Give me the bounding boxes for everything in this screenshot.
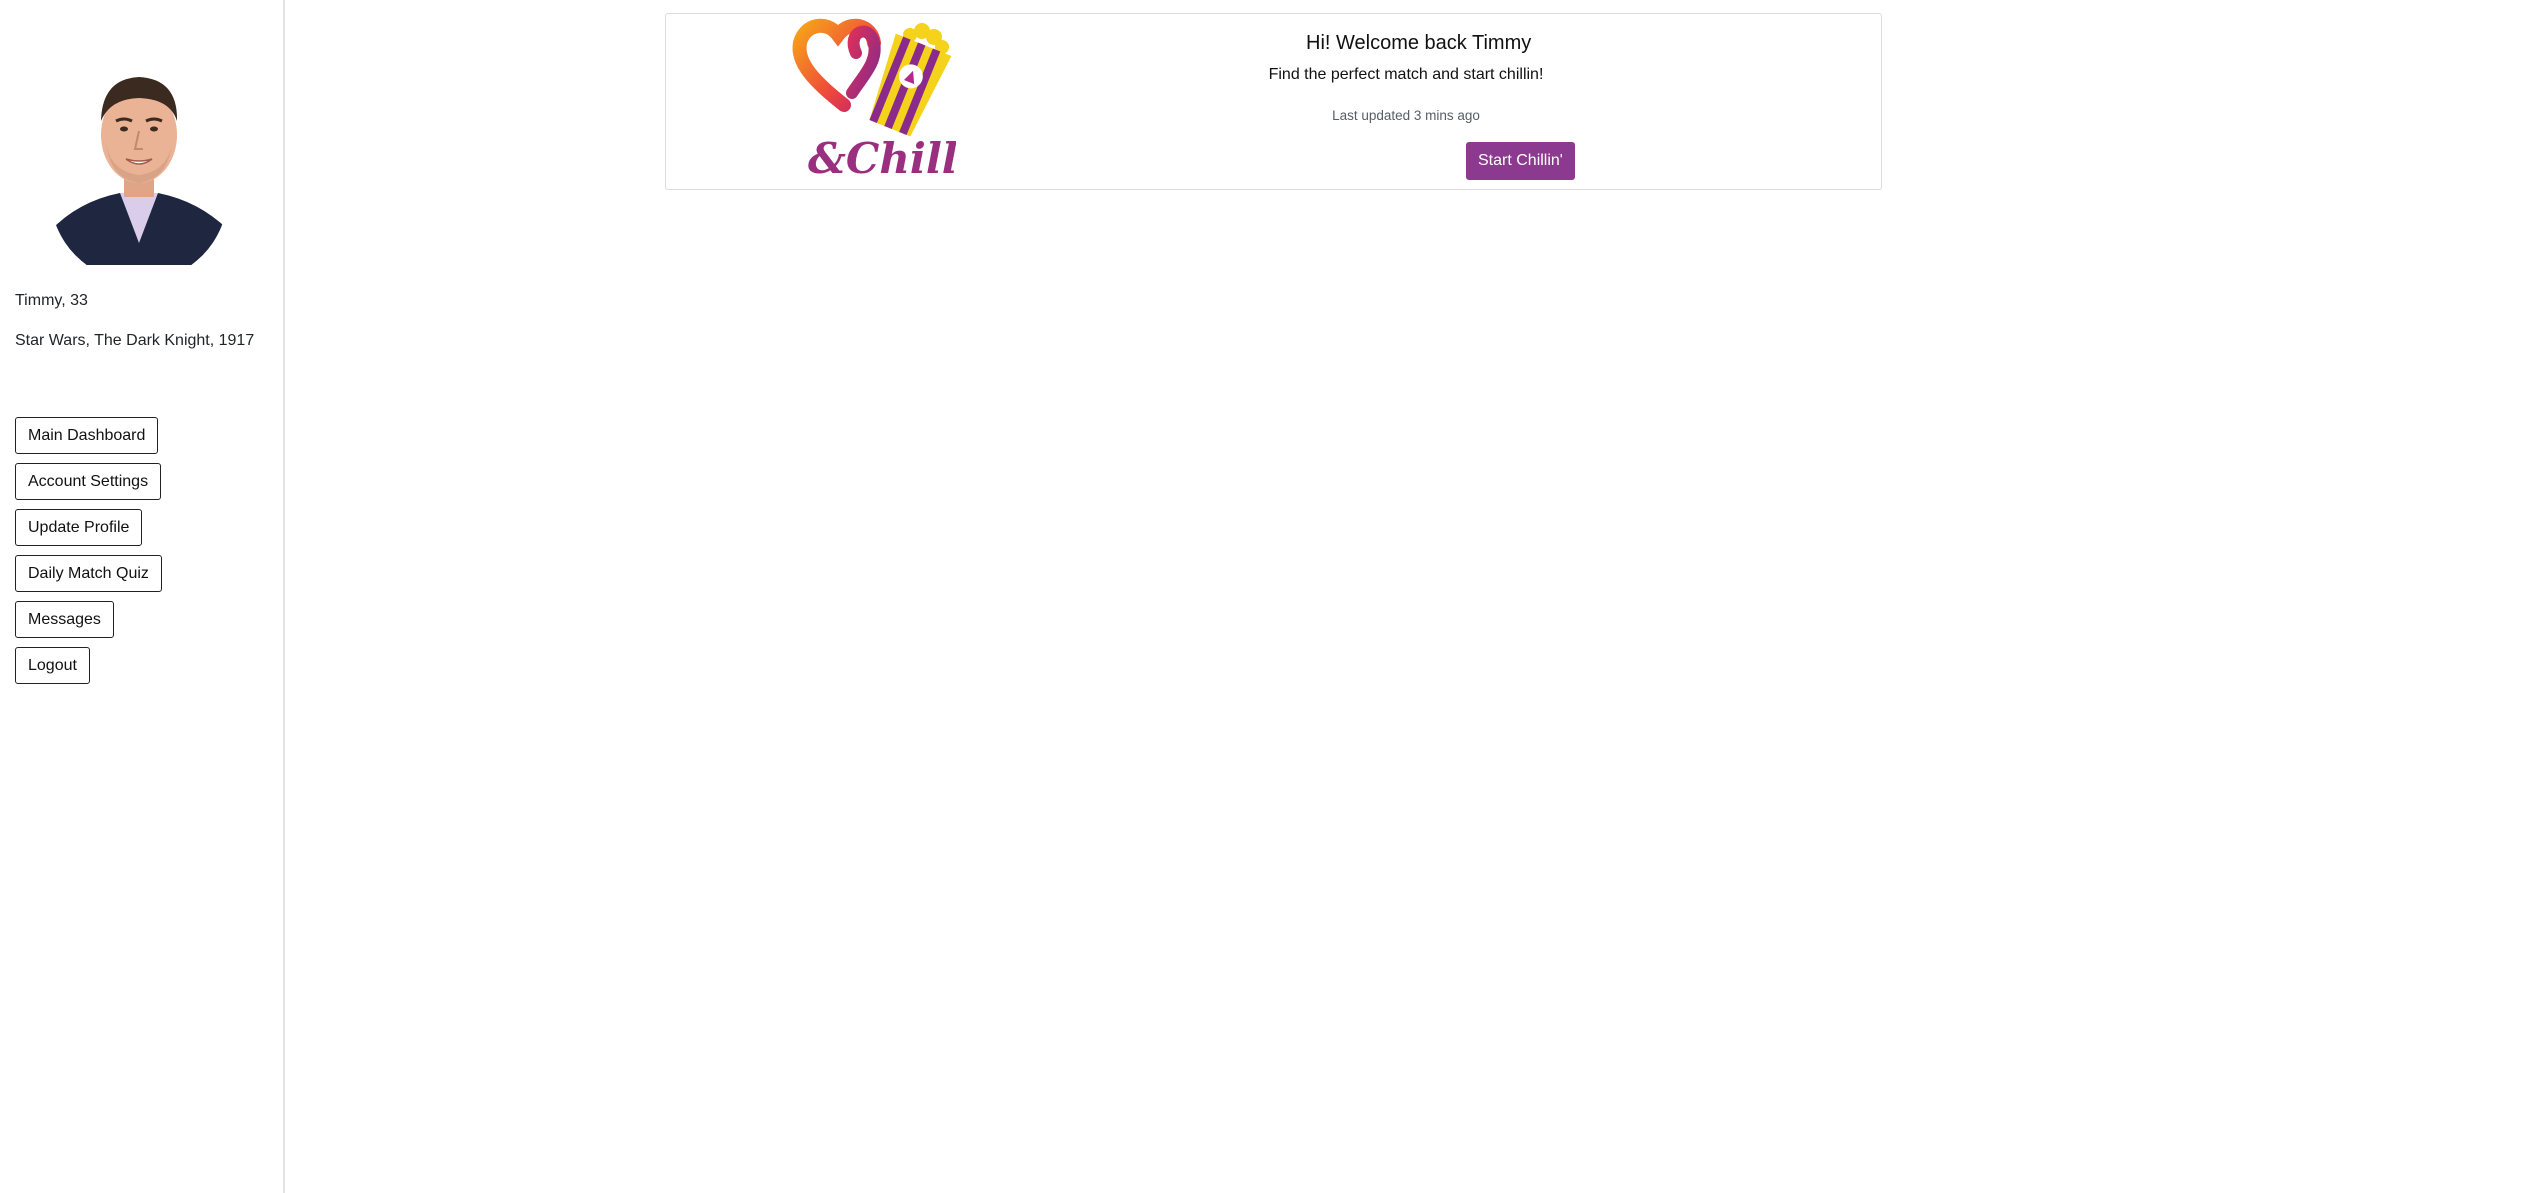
sidebar: Timmy, 33 Star Wars, The Dark Knight, 19… [0,0,285,1193]
daily-match-quiz-button[interactable]: Daily Match Quiz [15,555,162,592]
welcome-subtitle: Find the perfect match and start chillin… [1268,66,1544,83]
logout-button[interactable]: Logout [15,647,90,684]
last-updated-text: Last updated 3 mins ago [1332,108,1480,123]
welcome-card: &Chill Hi! Welcome back Timmy Find the p… [665,13,1882,190]
sidebar-nav: Main Dashboard Account Settings Update P… [15,417,162,693]
logo-text: &Chill [808,134,956,183]
start-chillin-button[interactable]: Start Chillin' [1466,142,1575,180]
avatar-image [50,43,228,265]
account-settings-button[interactable]: Account Settings [15,463,162,500]
avatar [50,43,228,265]
and-chill-logo: &Chill [786,13,958,183]
update-profile-button[interactable]: Update Profile [15,509,143,546]
profile-name: Timmy, 33 [15,292,88,309]
messages-button[interactable]: Messages [15,601,114,638]
welcome-title: Hi! Welcome back Timmy [1306,32,1532,54]
favorite-movies: Star Wars, The Dark Knight, 1917 [15,332,255,349]
main-dashboard-button[interactable]: Main Dashboard [15,417,159,454]
